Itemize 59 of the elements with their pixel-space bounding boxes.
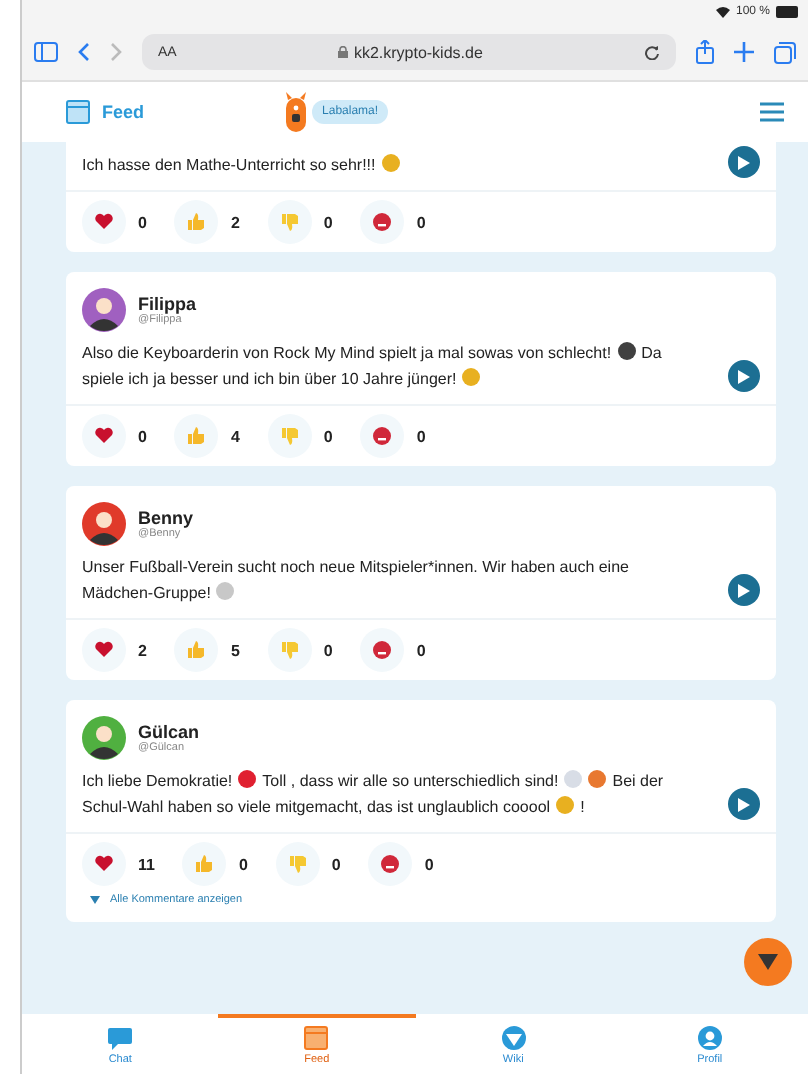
battery-icon — [776, 6, 800, 18]
post-text: Toll , dass wir alle so unterschiedlich sind! — [262, 770, 559, 794]
heart-icon — [94, 640, 114, 660]
post-text: Ich liebe Demokratie! — [82, 770, 233, 794]
heart-icon — [94, 854, 114, 874]
angry-face-icon — [372, 426, 393, 446]
heart-icon — [94, 212, 114, 232]
wifi-icon — [715, 6, 730, 18]
share-icon[interactable] — [696, 40, 714, 64]
thumbs-up-icon — [186, 640, 207, 660]
reload-icon[interactable] — [644, 44, 660, 60]
play-button[interactable] — [728, 146, 760, 178]
post-text: ! — [580, 796, 585, 820]
post-text: Unser Fußball-Verein sucht noch neue Mitspieler*innen. Wir haben auch eine — [82, 556, 629, 580]
play-button[interactable] — [728, 360, 760, 392]
author-name: Benny — [138, 508, 194, 528]
page-title: Feed — [102, 102, 145, 122]
play-icon — [738, 583, 750, 597]
thumbs-down-icon — [279, 640, 300, 660]
forward-icon — [110, 42, 122, 62]
angry-face-icon — [372, 640, 393, 660]
post-text: Da — [641, 342, 662, 366]
scroll-down-button[interactable] — [744, 938, 792, 986]
thumbs-down-icon — [287, 854, 308, 874]
monster-mascot-icon — [284, 92, 309, 132]
play-icon — [738, 797, 750, 811]
post-text: Ich hasse den Mathe-Unterricht so sehr!!! — [82, 154, 376, 178]
thumbs-down-icon — [279, 212, 300, 232]
chat-bubble-icon — [108, 1026, 133, 1050]
play-icon — [738, 369, 750, 383]
thumbs-up-icon — [186, 212, 207, 232]
tabs-icon[interactable] — [774, 41, 796, 63]
post-text: Mädchen-Gruppe! — [82, 582, 211, 606]
heart-icon — [94, 426, 114, 446]
caret-down-icon — [758, 954, 778, 970]
lock-icon — [337, 46, 348, 58]
newspaper-icon — [66, 100, 90, 124]
caret-down-icon — [90, 896, 100, 904]
plus-icon[interactable] — [734, 42, 754, 62]
post-text: Also die Keyboarderin von Rock My Mind spielt ja mal sowas von schlecht! — [82, 342, 612, 366]
author-name: Filippa — [138, 294, 196, 314]
author-name: Gülcan — [138, 722, 200, 742]
post-text: Schul-Wahl haben so viele mitgemacht, das ist unglaublich cooool — [82, 796, 551, 820]
back-icon[interactable] — [78, 42, 90, 62]
menu-icon[interactable] — [760, 102, 784, 122]
thumbs-down-icon — [279, 426, 300, 446]
thumbs-up-icon — [186, 426, 207, 446]
post-text: spiele ich ja besser und ich bin über 10 Jahre jünger! — [82, 368, 457, 392]
sidebar-icon[interactable] — [34, 42, 58, 62]
play-icon — [738, 155, 750, 169]
play-button[interactable] — [728, 574, 760, 606]
play-button[interactable] — [728, 788, 760, 820]
post-text: Bei der — [612, 770, 664, 794]
angry-face-icon — [372, 212, 393, 232]
thumbs-up-icon — [194, 854, 215, 874]
newspaper-icon — [304, 1026, 329, 1050]
profile-icon — [697, 1026, 722, 1050]
url-text: kk2.krypto-kids.de — [353, 43, 483, 61]
angry-face-icon — [380, 854, 401, 874]
